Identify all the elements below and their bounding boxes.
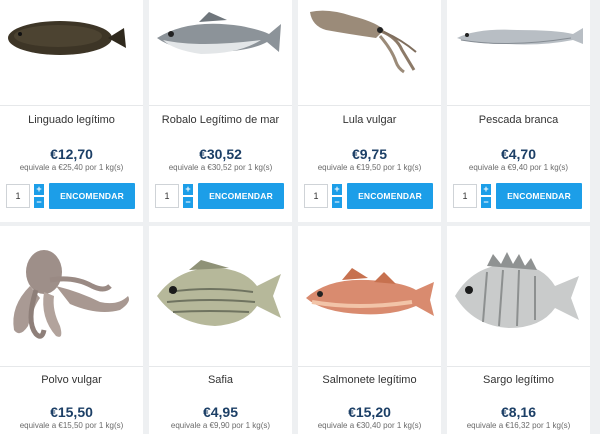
product-price: €9,75 [351,146,388,162]
product-card: Sargo legítimo €8,16 equivale a €16,32 p… [447,226,590,434]
product-price: €8,16 [500,404,537,420]
quantity-input[interactable]: 1 [453,184,477,208]
decrement-button[interactable]: − [481,197,491,208]
product-image[interactable] [447,226,590,366]
product-image[interactable] [149,0,292,105]
product-card: Polvo vulgar €15,50 equivale a €15,50 po… [0,226,143,434]
product-price: €4,95 [202,404,239,420]
price-per-kg: equivale a €9,40 por 1 kg(s) [468,163,569,172]
product-image[interactable] [298,0,441,105]
order-button[interactable]: ENCOMENDAR [198,183,284,209]
product-card: Robalo Legítimo de mar €30,52 equivale a… [149,0,292,222]
increment-button[interactable]: + [183,184,193,195]
decrement-button[interactable]: − [183,197,193,208]
quantity-stepper: + − [481,184,491,208]
price-per-kg: equivale a €15,50 por 1 kg(s) [19,421,124,430]
increment-button[interactable]: + [481,184,491,195]
quantity-stepper: + − [34,184,44,208]
squid-icon [310,10,417,74]
product-name[interactable]: Lula vulgar [298,114,441,126]
increment-button[interactable]: + [332,184,342,195]
increment-button[interactable]: + [34,184,44,195]
decrement-button[interactable]: − [34,197,44,208]
product-grid: Linguado legítimo €12,70 equivale a €25,… [0,0,600,434]
product-card: Safia €4,95 equivale a €9,90 por 1 kg(s) [149,226,292,434]
product-price: €12,70 [50,146,93,162]
order-button[interactable]: ENCOMENDAR [347,183,433,209]
price-per-kg: equivale a €9,90 por 1 kg(s) [170,421,271,430]
product-price: €15,50 [50,404,93,420]
quantity-stepper: + − [183,184,193,208]
product-image[interactable] [0,226,143,366]
hake-icon [457,28,583,45]
decrement-button[interactable]: − [332,197,342,208]
white-seabream-icon [455,252,579,328]
red-mullet-icon [306,268,434,316]
product-name[interactable]: Safia [149,374,292,386]
product-card: Linguado legítimo €12,70 equivale a €25,… [0,0,143,222]
sea-bream-icon [157,260,281,326]
product-name[interactable]: Robalo Legítimo de mar [149,114,292,126]
quantity-stepper: + − [332,184,342,208]
sea-bass-icon [157,12,281,54]
product-price: €30,52 [199,146,242,162]
price-per-kg: equivale a €25,40 por 1 kg(s) [19,163,124,172]
order-button[interactable]: ENCOMENDAR [49,183,135,209]
product-image[interactable] [149,226,292,366]
product-name[interactable]: Linguado legítimo [0,114,143,126]
quantity-input[interactable]: 1 [304,184,328,208]
order-button[interactable]: ENCOMENDAR [496,183,582,209]
product-card: Pescada branca €4,70 equivale a €9,40 po… [447,0,590,222]
product-name[interactable]: Sargo legítimo [447,374,590,386]
sole-fish-icon [8,21,126,55]
price-per-kg: equivale a €30,40 por 1 kg(s) [317,421,422,430]
price-per-kg: equivale a €16,32 por 1 kg(s) [466,421,571,430]
quantity-input[interactable]: 1 [155,184,179,208]
product-price: €15,20 [348,404,391,420]
product-name[interactable]: Salmonete legítimo [298,374,441,386]
product-card: Lula vulgar €9,75 equivale a €19,50 por … [298,0,441,222]
product-image[interactable] [0,0,143,105]
octopus-icon [13,250,129,339]
product-name[interactable]: Polvo vulgar [0,374,143,386]
product-price: €4,70 [500,146,537,162]
product-card: Salmonete legítimo €15,20 equivale a €30… [298,226,441,434]
price-per-kg: equivale a €19,50 por 1 kg(s) [317,163,422,172]
quantity-input[interactable]: 1 [6,184,30,208]
product-image[interactable] [447,0,590,105]
product-image[interactable] [298,226,441,366]
price-per-kg: equivale a €30,52 por 1 kg(s) [168,163,273,172]
product-name[interactable]: Pescada branca [447,114,590,126]
